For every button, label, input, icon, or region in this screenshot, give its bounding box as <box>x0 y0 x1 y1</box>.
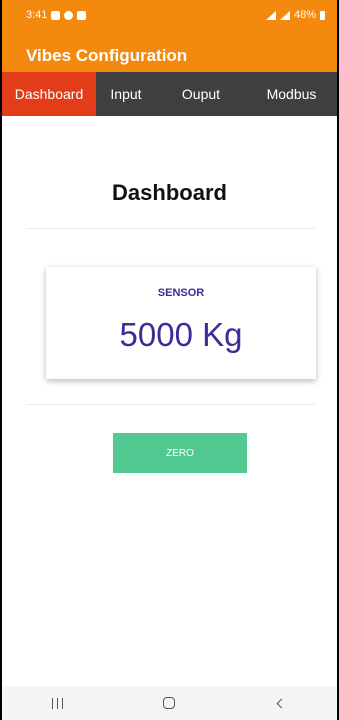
recent-apps-button[interactable] <box>28 688 88 718</box>
status-left: 3:41 <box>26 9 87 21</box>
divider <box>26 404 316 405</box>
battery-icon <box>320 10 325 20</box>
whatsapp-notification-icon <box>64 10 74 20</box>
app-notification-icon <box>77 10 87 20</box>
tab-input[interactable]: Input <box>96 72 156 116</box>
sensor-card: SENSOR 5000 Kg <box>46 267 316 379</box>
back-icon <box>276 698 287 708</box>
app-header: 3:41 48% Vibes Configuration <box>2 0 337 72</box>
home-button[interactable] <box>139 688 199 718</box>
tab-dashboard[interactable]: Dashboard <box>2 72 96 116</box>
recent-apps-icon <box>57 697 59 709</box>
system-nav-bar <box>2 686 337 720</box>
recent-apps-icon <box>52 697 54 709</box>
tab-bar: Dashboard Input Ouput Modbus <box>2 72 337 116</box>
back-button[interactable] <box>251 688 311 718</box>
divider <box>26 228 316 229</box>
gallery-notification-icon <box>51 10 61 20</box>
sensor-value: 5000 Kg <box>119 316 243 353</box>
status-bar: 3:41 48% <box>2 0 337 30</box>
battery-percent: 48% <box>293 9 316 21</box>
page-title: Dashboard <box>112 180 227 205</box>
phone-screen: 3:41 48% Vibes Configuration Dashboard I… <box>0 0 339 720</box>
signal-icon <box>279 10 290 20</box>
home-icon <box>163 697 176 709</box>
wifi-icon <box>265 10 276 20</box>
recent-apps-icon <box>62 697 64 709</box>
tab-modbus[interactable]: Modbus <box>246 72 337 116</box>
zero-button[interactable]: ZERO <box>113 433 247 473</box>
status-right: 48% <box>265 9 325 21</box>
status-time: 3:41 <box>26 9 48 21</box>
sensor-label: SENSOR <box>157 287 205 299</box>
tab-output[interactable]: Ouput <box>156 72 246 116</box>
app-title: Vibes Configuration <box>26 46 188 65</box>
